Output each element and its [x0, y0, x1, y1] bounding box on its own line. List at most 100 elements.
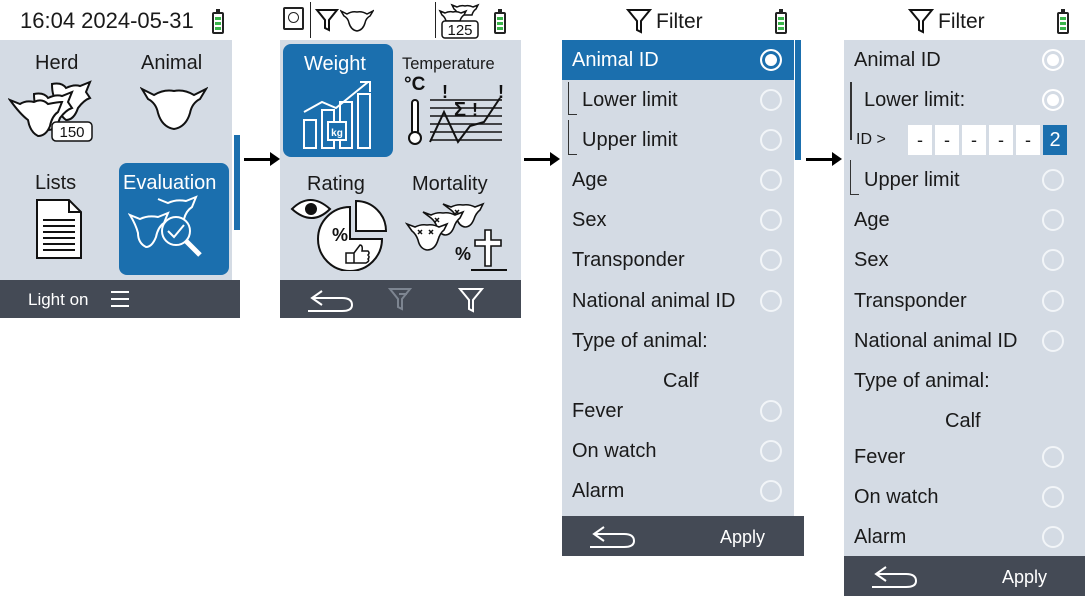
back-icon[interactable]	[308, 287, 354, 313]
search-icon	[283, 7, 304, 30]
filter-label: Lower limit:	[864, 89, 966, 111]
filter-clear-icon[interactable]	[388, 287, 412, 313]
filter-icon	[626, 9, 652, 34]
radio-animal-id[interactable]	[1042, 49, 1064, 71]
radio-sex[interactable]	[760, 209, 782, 231]
filter-icon	[908, 9, 934, 34]
filter-label[interactable]: Sex	[572, 209, 606, 232]
filter-label[interactable]: Alarm	[572, 480, 624, 503]
herd-icon: 125	[438, 3, 480, 39]
filter-label[interactable]: Upper limit	[582, 129, 678, 152]
cross-icon[interactable]: %	[405, 200, 515, 272]
filter-label[interactable]: National animal ID	[854, 330, 1017, 353]
filter-title: Filter	[656, 10, 703, 33]
battery-icon	[1057, 9, 1069, 34]
scrollbar[interactable]	[795, 40, 801, 160]
id-prefix-label: ID >	[856, 131, 886, 148]
radio-upper-limit[interactable]	[1042, 169, 1064, 191]
filter-label[interactable]: Transponder	[572, 249, 685, 272]
tile-evaluation-label: Evaluation	[123, 172, 217, 194]
filter-label[interactable]: Age	[572, 169, 608, 192]
tile-weight-label: Weight	[304, 53, 366, 75]
radio-upper-limit[interactable]	[760, 129, 782, 151]
radio-age[interactable]	[1042, 209, 1064, 231]
svg-text:!: !	[442, 82, 448, 102]
animal-type-value[interactable]: Calf	[945, 410, 981, 433]
radio-fever[interactable]	[1042, 446, 1064, 468]
filter-label[interactable]: Animal ID	[854, 49, 941, 72]
flow-arrow-2	[524, 152, 560, 166]
filter-label[interactable]: Transponder	[854, 290, 967, 313]
animal-type-value[interactable]: Calf	[663, 370, 699, 393]
id-digit[interactable]: -	[935, 125, 959, 155]
tile-lists-label[interactable]: Lists	[35, 172, 76, 195]
tile-rating-label[interactable]: Rating	[307, 173, 365, 196]
radio-alarm[interactable]	[760, 480, 782, 502]
cow-icon[interactable]	[140, 85, 208, 133]
id-input-field[interactable]: - - - - - 2	[908, 125, 1068, 155]
tree-connector	[850, 160, 859, 195]
filter-title: Filter	[938, 10, 985, 33]
radio-transponder[interactable]	[760, 249, 782, 271]
flow-arrow-3	[806, 152, 842, 166]
apply-button[interactable]: Apply	[720, 527, 765, 548]
filter-label[interactable]: On watch	[854, 486, 938, 509]
tile-animal-label[interactable]: Animal	[141, 52, 202, 75]
radio-on-watch[interactable]	[1042, 486, 1064, 508]
filter-label[interactable]: Fever	[572, 400, 623, 423]
search-icon	[128, 195, 202, 257]
radio-alarm[interactable]	[1042, 526, 1064, 548]
battery-icon	[494, 9, 506, 34]
document-icon[interactable]	[35, 198, 83, 260]
id-digit[interactable]: -	[989, 125, 1013, 155]
screen-evaluation-menu: 125 Weight kg Temperature °C Σ !!! Ratin…	[280, 0, 521, 318]
back-icon[interactable]	[872, 563, 918, 589]
screen-main-menu: 16:04 2024-05-31 Herd 150 Animal Lists E…	[0, 0, 240, 318]
scrollbar[interactable]	[234, 135, 240, 230]
radio-on-watch[interactable]	[760, 440, 782, 462]
radio-sex[interactable]	[1042, 249, 1064, 271]
filter-label[interactable]: Alarm	[854, 526, 906, 549]
id-digit-active[interactable]: 2	[1043, 125, 1067, 155]
chart-icon: kg	[303, 81, 371, 149]
radio-national-id[interactable]	[1042, 330, 1064, 352]
battery-icon	[775, 9, 787, 34]
sigma-text: Σ	[454, 99, 466, 121]
svg-text:!: !	[472, 100, 478, 120]
filter-label[interactable]: On watch	[572, 440, 656, 463]
herd-icon[interactable]: 150	[8, 78, 106, 144]
flow-arrow-1	[244, 152, 280, 166]
radio-national-id[interactable]	[760, 290, 782, 312]
clock-text: 16:04 2024-05-31	[20, 8, 194, 33]
id-digit[interactable]: -	[908, 125, 932, 155]
temperature-unit-text: °C	[404, 74, 426, 95]
rating-percent-text: %	[332, 225, 348, 245]
radio-lower-limit[interactable]	[760, 89, 782, 111]
light-toggle-button[interactable]: Light on	[28, 290, 89, 310]
filter-label[interactable]: Age	[854, 209, 890, 232]
herd-count-badge: 150	[59, 124, 84, 141]
filter-label[interactable]: Sex	[854, 249, 888, 272]
filter-label[interactable]: National animal ID	[572, 290, 735, 313]
pie-icon[interactable]: %	[290, 195, 390, 271]
filter-label[interactable]: Lower limit	[582, 89, 678, 112]
radio-lower-limit[interactable]	[1042, 89, 1064, 111]
apply-button[interactable]: Apply	[1002, 567, 1047, 588]
cow-icon	[340, 9, 374, 32]
filter-icon[interactable]	[458, 287, 484, 313]
filter-label[interactable]: Fever	[854, 446, 905, 469]
id-digit[interactable]: -	[962, 125, 986, 155]
radio-transponder[interactable]	[1042, 290, 1064, 312]
tile-herd-label[interactable]: Herd	[35, 52, 78, 75]
radio-animal-id[interactable]	[760, 49, 782, 71]
weight-unit-text: kg	[331, 128, 343, 139]
menu-icon[interactable]	[111, 291, 129, 307]
back-icon[interactable]	[590, 523, 636, 549]
thermometer-icon[interactable]: °C Σ !!!	[402, 70, 518, 152]
id-digit[interactable]: -	[1016, 125, 1040, 155]
divider	[435, 2, 436, 38]
radio-fever[interactable]	[760, 400, 782, 422]
radio-age[interactable]	[760, 169, 782, 191]
filter-label[interactable]: Upper limit	[864, 169, 960, 192]
tile-mortality-label[interactable]: Mortality	[412, 173, 488, 196]
